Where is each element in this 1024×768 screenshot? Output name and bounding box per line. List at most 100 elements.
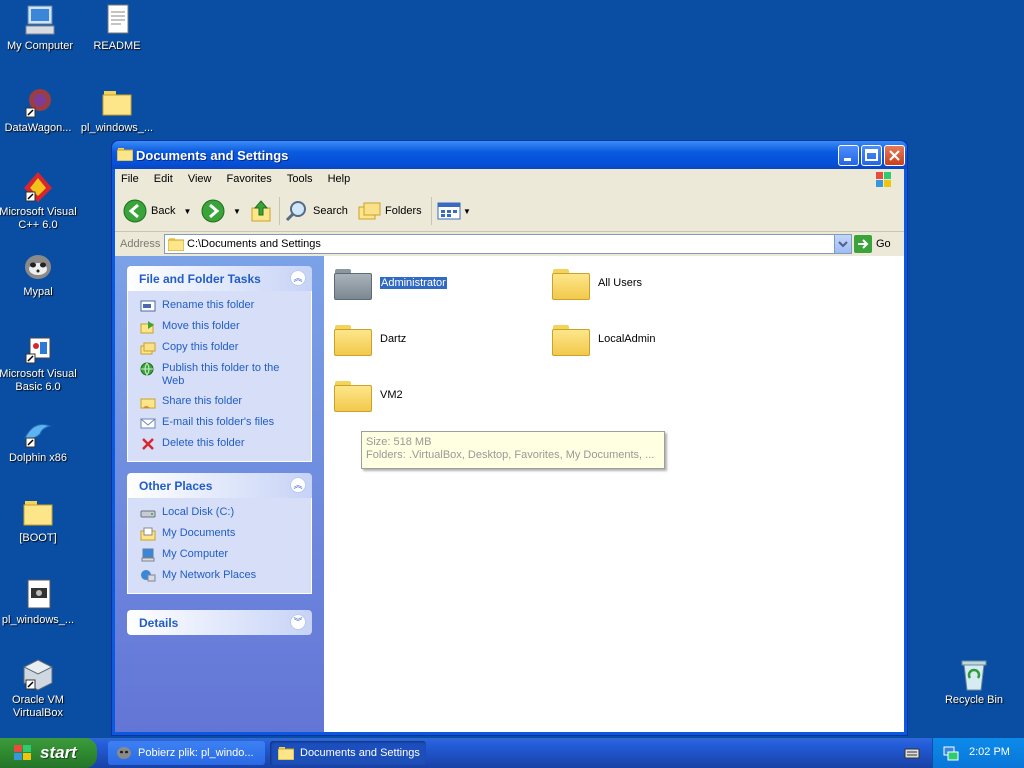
place-label: Local Disk (C:) <box>162 506 235 518</box>
views-button[interactable]: ▼ <box>437 199 471 223</box>
panel-header[interactable]: Other Places ︽ <box>127 473 312 498</box>
forward-arrow-icon <box>201 199 225 223</box>
taskbar-button-browser[interactable]: Pobierz plik: pl_windo... <box>108 741 265 765</box>
collapse-up-icon[interactable]: ︽ <box>290 270 306 286</box>
desktop-icon-label: pl_windows_... <box>80 122 154 134</box>
back-button[interactable]: Back ▼ <box>123 199 191 223</box>
recycle-bin-icon <box>956 658 992 692</box>
go-button[interactable]: Go <box>854 235 891 253</box>
panel-body: Rename this folder Move this folder Copy… <box>127 291 312 462</box>
rename-icon <box>140 300 156 312</box>
virtualbox-icon <box>20 658 56 692</box>
other-places-panel: Other Places ︽ Local Disk (C:) My Docume… <box>127 473 312 594</box>
taskbar-button-explorer[interactable]: Documents and Settings <box>270 741 426 765</box>
folder-icon <box>116 147 134 162</box>
desktop-icon-visual-cpp[interactable]: Microsoft Visual C++ 6.0 <box>0 170 78 232</box>
up-folder-button[interactable] <box>249 199 273 223</box>
globe-icon <box>140 362 154 376</box>
search-button[interactable]: Search <box>285 199 348 223</box>
forward-dropdown-icon[interactable]: ▼ <box>233 207 241 216</box>
desktop-icon-visual-basic[interactable]: Microsoft Visual Basic 6.0 <box>0 332 78 394</box>
desktop-icon-readme[interactable]: README <box>77 4 157 53</box>
address-dropdown-button[interactable] <box>834 235 851 253</box>
task-publish-folder[interactable]: Publish this folder to the Web <box>140 362 301 388</box>
place-local-disk[interactable]: Local Disk (C:) <box>140 506 301 520</box>
title-bar[interactable]: Documents and Settings <box>112 141 907 169</box>
task-rename-folder[interactable]: Rename this folder <box>140 299 301 313</box>
maximize-button[interactable] <box>861 145 882 166</box>
task-copy-folder[interactable]: Copy this folder <box>140 341 301 355</box>
desktop-icon-pl-windows-folder[interactable]: pl_windows_... <box>77 86 157 135</box>
toolbar: Back ▼ ▼ Search Folders ▼ <box>115 191 904 232</box>
menu-edit[interactable]: Edit <box>148 169 179 189</box>
desktop-icon-recycle-bin[interactable]: Recycle Bin <box>934 658 1014 707</box>
delete-icon <box>142 438 154 450</box>
place-my-computer[interactable]: My Computer <box>140 548 301 562</box>
folder-item[interactable]: LocalAdmin <box>552 322 655 356</box>
folder-item[interactable]: Dartz <box>334 322 406 356</box>
place-my-network-places[interactable]: My Network Places <box>140 569 301 583</box>
desktop-icon-my-computer[interactable]: My Computer <box>0 4 80 53</box>
disc-image-icon <box>20 578 56 612</box>
forward-button[interactable]: ▼ <box>201 199 241 223</box>
task-email-files[interactable]: E-mail this folder's files <box>140 416 301 430</box>
copy-folder-icon <box>140 342 156 355</box>
menu-help[interactable]: Help <box>322 169 357 189</box>
network-icon[interactable] <box>943 745 959 764</box>
desktop-icon-label: pl_windows_... <box>1 614 75 626</box>
clock[interactable]: 2:02 PM <box>969 746 1010 758</box>
menu-file[interactable]: File <box>115 169 145 189</box>
folder-icon <box>278 747 294 760</box>
place-my-documents[interactable]: My Documents <box>140 527 301 541</box>
folder-name: VM2 <box>380 389 403 401</box>
folder-icon <box>99 86 135 120</box>
menu-view[interactable]: View <box>182 169 218 189</box>
back-arrow-icon <box>123 199 147 223</box>
folder-name: LocalAdmin <box>598 333 656 345</box>
task-delete-folder[interactable]: Delete this folder <box>140 437 301 451</box>
folders-button[interactable]: Folders <box>357 199 422 223</box>
raccoon-icon <box>20 250 56 284</box>
desktop-icon-mypal[interactable]: Mypal <box>0 250 78 299</box>
folder-item[interactable]: VM2 <box>334 378 403 412</box>
panel-header[interactable]: File and Folder Tasks ︽ <box>127 266 312 291</box>
desktop-icon-label: My Computer <box>6 40 74 52</box>
views-dropdown-icon[interactable]: ▼ <box>463 207 471 216</box>
file-list: Administrator All Users Dartz LocalAdmin… <box>324 256 904 732</box>
panel-header[interactable]: Details ︾ <box>127 610 312 635</box>
desktop-icon-datawagon[interactable]: DataWagon... <box>0 86 78 135</box>
content-area: File and Folder Tasks ︽ Rename this fold… <box>115 256 904 732</box>
task-move-folder[interactable]: Move this folder <box>140 320 301 334</box>
address-input[interactable]: C:\Documents and Settings <box>164 234 852 254</box>
folder-name: Dartz <box>380 333 407 345</box>
desktop-icon-dolphin[interactable]: Dolphin x86 <box>0 416 78 465</box>
desktop-icon-pl-windows-file[interactable]: pl_windows_... <box>0 578 78 627</box>
desktop-icon-boot[interactable]: [BOOT] <box>0 496 78 545</box>
taskbar: start Pobierz plik: pl_windo... Document… <box>0 738 1024 768</box>
folder-icon <box>167 237 185 254</box>
expand-down-icon[interactable]: ︾ <box>290 614 306 630</box>
folder-item[interactable]: Administrator <box>334 266 448 300</box>
windows-logo-icon <box>870 170 898 190</box>
address-value: C:\Documents and Settings <box>187 238 321 250</box>
desktop-icon-virtualbox[interactable]: Oracle VM VirtualBox <box>0 658 78 720</box>
folder-item[interactable]: All Users <box>552 266 642 300</box>
address-bar: Address C:\Documents and Settings Go <box>115 232 904 256</box>
menu-tools[interactable]: Tools <box>281 169 319 189</box>
move-folder-icon <box>140 321 154 334</box>
folder-icon <box>20 496 56 530</box>
share-folder-icon <box>140 398 156 409</box>
desktop-icon-label: Oracle VM VirtualBox <box>12 694 64 719</box>
task-share-folder[interactable]: Share this folder <box>140 395 301 409</box>
views-icon <box>437 202 461 220</box>
back-dropdown-icon[interactable]: ▼ <box>183 207 191 216</box>
collapse-up-icon[interactable]: ︽ <box>290 477 306 493</box>
close-button[interactable] <box>884 145 905 166</box>
menu-favorites[interactable]: Favorites <box>221 169 278 189</box>
start-button[interactable]: start <box>0 738 97 768</box>
folder-icon <box>334 266 372 300</box>
keyboard-icon[interactable] <box>904 746 920 763</box>
taskbar-button-label: Pobierz plik: pl_windo... <box>138 747 254 759</box>
minimize-button[interactable] <box>838 145 859 166</box>
task-label: Delete this folder <box>162 437 245 449</box>
